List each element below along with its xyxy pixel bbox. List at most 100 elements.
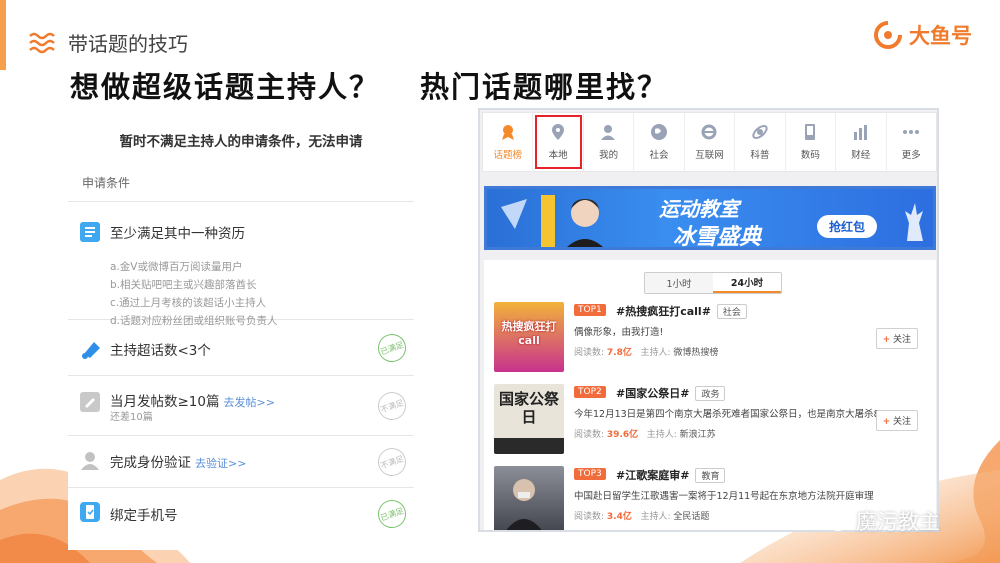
tab-internet[interactable]: 互联网: [685, 113, 736, 171]
tab-label: 更多: [901, 150, 921, 161]
tab-digital[interactable]: 数码: [786, 113, 837, 171]
science-icon: [751, 123, 769, 141]
dayuhao-logo: 大鱼号: [873, 20, 972, 50]
topic-title-text: #国家公祭日#: [616, 387, 690, 400]
read-count: 39.6亿: [606, 430, 639, 440]
hot-topics-screenshot: 话题榜 本地 我的 社会 互联网 科普 数码 财经 更多 运动教室 冰雪盛典 抢…: [478, 108, 939, 532]
qualification-item: b.相关贴吧吧主或兴趣部落酋长: [110, 279, 257, 291]
tab-society[interactable]: 社会: [634, 113, 685, 171]
qualification-condition: 至少满足其中一种资历 a.金V或微博百万阅读量用户 b.相关贴吧吧主或兴趣部落酋…: [68, 202, 414, 327]
identity-icon: [80, 450, 100, 470]
host-label: 主持人:: [640, 348, 671, 358]
follow-label: 关注: [892, 335, 911, 345]
host-name: 新浪江苏: [679, 430, 716, 440]
read-label: 阅读数:: [574, 430, 605, 440]
follow-button[interactable]: + 关注: [875, 328, 918, 349]
fish-logo-icon: [874, 21, 902, 49]
topic-thumbnail: [494, 466, 564, 530]
plus-icon: +: [882, 417, 891, 427]
tab-label: 我的: [599, 150, 619, 161]
go-post-link[interactable]: 去发帖>>: [224, 396, 275, 409]
qualification-item: c.通过上月考核的该超话小主持人: [110, 297, 267, 309]
tab-science[interactable]: 科普: [735, 113, 786, 171]
follow-label: 关注: [892, 417, 911, 427]
tab-24-hours[interactable]: 24小时: [713, 273, 781, 293]
news-photo: [506, 479, 542, 530]
tab-topic-rank[interactable]: 话题榜: [483, 113, 534, 171]
slide-section-title: 带话题的技巧: [68, 32, 188, 56]
chart-icon: [852, 123, 870, 141]
deer-icon: [905, 203, 923, 241]
topic-title: #江歌案庭审# 教育: [616, 467, 726, 483]
topic-title-text: #热搜疯狂打call#: [616, 305, 711, 318]
satisfied-stamp: 已满足: [374, 330, 410, 366]
corner-stripe-decoration: [0, 0, 6, 70]
topic-row[interactable]: 国家公祭日 TOP2 #国家公祭日# 政务 今年12月13日是第四个南京大屠杀死难…: [494, 384, 926, 460]
condition-row: 当月发帖数≥10篇 去发帖>> 还差10篇 不满足: [68, 376, 414, 436]
host-label: 主持人:: [646, 430, 677, 440]
banner-title-2: 冰雪盛典: [673, 225, 762, 250]
slide-headline: 想做超级话题主持人？ 热门话题哪里找？: [70, 64, 708, 106]
logo-text: 大鱼号: [909, 24, 972, 48]
tab-label: 互联网: [695, 150, 724, 161]
banner-title-1: 运动教室: [659, 197, 739, 221]
category-tag: 社会: [716, 304, 747, 319]
time-range-toggle: 1小时 24小时: [644, 272, 782, 294]
condition-title: 绑定手机号: [110, 508, 178, 524]
topic-category-tabs: 话题榜 本地 我的 社会 互联网 科普 数码 财经 更多: [482, 112, 937, 172]
condition-row: 绑定手机号 已满足: [68, 488, 414, 542]
ie-icon: [700, 123, 718, 141]
thumbnail-text: 国家公祭日: [498, 390, 559, 426]
slide: 带话题的技巧 大鱼号 想做超级话题主持人？ 热门话题哪里找？ 暂时不满足主持人的申…: [0, 0, 1000, 563]
watermark-text: 魔污教主: [856, 510, 940, 534]
medal-icon: [499, 123, 517, 141]
tab-label: 话题榜: [493, 150, 522, 161]
globe-icon: [650, 123, 668, 141]
topic-row[interactable]: 热搜疯狂打call TOP1 #热搜疯狂打call# 社会 偶像形象，由我打造! …: [494, 302, 926, 378]
tab-1-hour[interactable]: 1小时: [645, 273, 713, 293]
rank-badge: TOP1: [574, 304, 606, 316]
rank-badge: TOP3: [574, 468, 606, 480]
topic-description: 今年12月13日是第四个南京大屠杀死难者国家公祭日，也是南京大屠杀80...: [574, 409, 884, 420]
read-label: 阅读数:: [574, 348, 605, 358]
grab-red-packet-button[interactable]: 抢红包: [817, 215, 878, 238]
more-icon: [902, 123, 920, 141]
category-tag: 政务: [695, 386, 726, 401]
read-label: 阅读数:: [574, 512, 605, 522]
location-icon: [549, 123, 567, 141]
topic-title: #国家公祭日# 政务: [616, 385, 726, 401]
category-tag: 教育: [695, 468, 726, 483]
tab-label: 社会: [649, 150, 669, 161]
tab-label: 科普: [750, 150, 770, 161]
condition-title-text: 完成身份验证: [110, 455, 191, 471]
tab-more[interactable]: 更多: [887, 113, 936, 171]
host-label: 主持人:: [640, 512, 671, 522]
tab-label: 数码: [800, 150, 820, 161]
rank-badge: TOP2: [574, 386, 606, 398]
follow-button[interactable]: + 关注: [875, 410, 918, 431]
condition-row: 主持超话数<3个 已满足: [68, 320, 414, 376]
document-icon: [80, 222, 100, 242]
condition-subtext: 还差10篇: [110, 412, 153, 423]
tab-mine[interactable]: 我的: [584, 113, 635, 171]
tab-local[interactable]: 本地: [533, 113, 584, 171]
satisfied-stamp: 已满足: [374, 496, 410, 532]
plus-icon: +: [882, 335, 891, 345]
topic-title-text: #江歌案庭审#: [616, 469, 690, 482]
promo-banner[interactable]: 运动教室 冰雪盛典 抢红包: [484, 186, 936, 250]
host-requirements-panel: 暂时不满足主持人的申请条件，无法申请 申请条件 至少满足其中一种资历 a.金V或…: [68, 110, 414, 550]
topic-meta: 阅读数: 7.8亿 主持人: 微博热搜榜: [574, 345, 718, 358]
go-verify-link[interactable]: 去验证>>: [195, 457, 246, 470]
topic-meta: 阅读数: 3.4亿 主持人: 全民话题: [574, 509, 709, 522]
topic-thumbnail: 热搜疯狂打call: [494, 302, 564, 372]
wave-icon: [29, 32, 55, 53]
user-icon: [600, 123, 618, 141]
wechat-icon: [819, 510, 847, 531]
topic-description: 偶像形象，由我打造!: [574, 327, 664, 338]
host-name: 微博热搜榜: [673, 348, 719, 358]
brand-header: 带话题的技巧: [28, 28, 188, 57]
tab-finance[interactable]: 财经: [836, 113, 887, 171]
post-icon: [80, 392, 100, 412]
section-label: 申请条件: [68, 174, 414, 202]
thumbnail-text: 热搜疯狂打call: [501, 320, 557, 347]
